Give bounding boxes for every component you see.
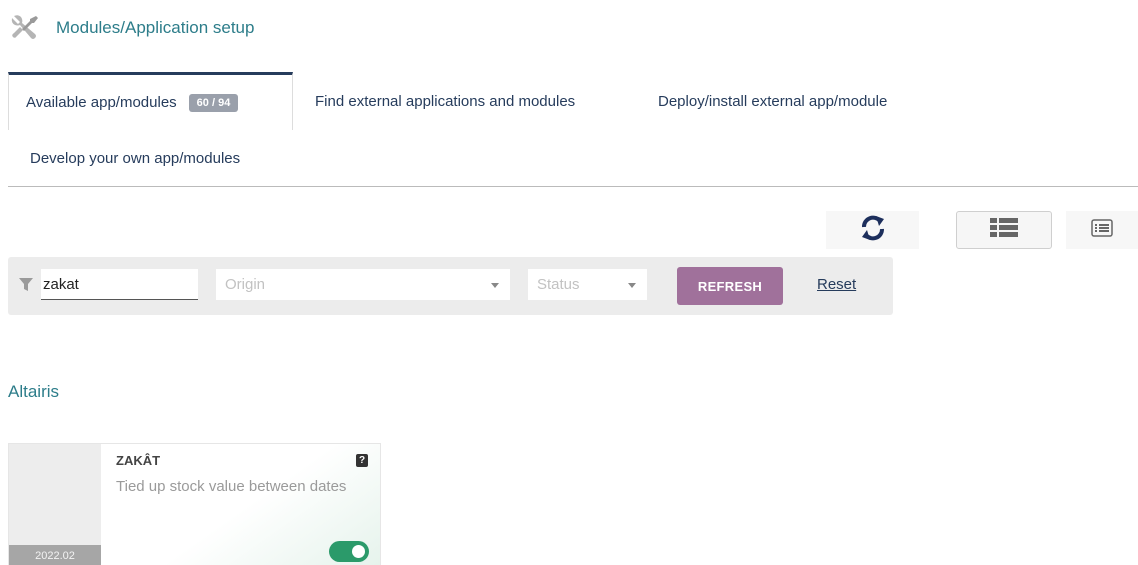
tab-label: Available app/modules [26, 94, 177, 111]
filter-icon [19, 278, 33, 297]
status-select-placeholder: Status [537, 276, 580, 293]
origin-select[interactable]: Origin [216, 269, 510, 300]
tab-find-external[interactable]: Find external applications and modules [315, 93, 575, 110]
tab-bar: Available app/modules 60 / 94 Find exter… [8, 72, 1138, 187]
kanban-view-button[interactable] [956, 211, 1052, 249]
tabs-divider [8, 186, 1138, 187]
filter-bar: Origin Status REFRESH Reset [8, 257, 893, 315]
module-description: Tied up stock value between dates [116, 478, 347, 495]
module-thumbnail: 2022.02 [9, 444, 101, 565]
module-enable-toggle[interactable] [329, 541, 369, 562]
tab-deploy-external[interactable]: Deploy/install external app/module [658, 93, 887, 110]
chevron-down-icon [491, 283, 499, 288]
toggle-knob [352, 545, 365, 558]
list-view-icon [1091, 218, 1113, 242]
tools-icon [8, 12, 42, 44]
refresh-button[interactable]: REFRESH [677, 267, 783, 305]
page-header: Modules/Application setup [8, 12, 254, 44]
page: Modules/Application setup Available app/… [0, 0, 1138, 565]
module-version: 2022.02 [9, 545, 101, 565]
tab-develop-own[interactable]: Develop your own app/modules [30, 150, 240, 167]
refresh-view-button[interactable] [826, 211, 919, 249]
list-view-button[interactable] [1066, 211, 1138, 249]
reset-link[interactable]: Reset [817, 276, 856, 293]
page-title: Modules/Application setup [56, 18, 255, 37]
refresh-icon [860, 215, 886, 246]
module-name: ZAKÂT [116, 453, 161, 468]
help-icon[interactable]: ? [356, 454, 368, 467]
module-count-badge: 60 / 94 [188, 93, 239, 112]
chevron-down-icon [628, 283, 636, 288]
group-title: Altairis [8, 382, 60, 401]
origin-select-placeholder: Origin [225, 276, 266, 293]
kanban-view-icon [990, 217, 1018, 243]
module-card[interactable]: 2022.02 ZAKÂT ? Tied up stock value betw… [8, 443, 381, 565]
status-select[interactable]: Status [528, 269, 647, 300]
tab-available-modules[interactable]: Available app/modules 60 / 94 [8, 72, 293, 130]
search-input[interactable] [41, 269, 198, 300]
